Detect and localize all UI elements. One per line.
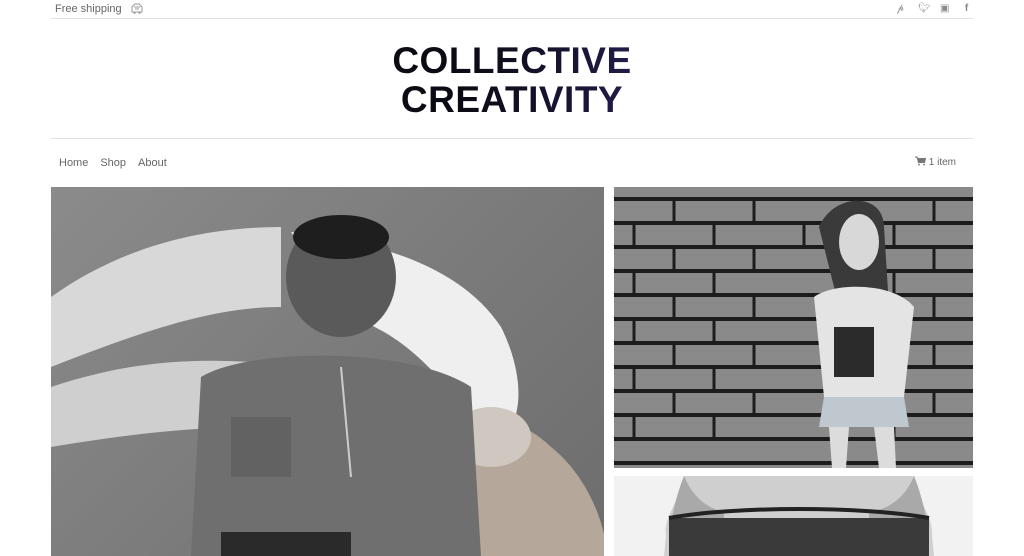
photo-bald-head[interactable]: [614, 476, 973, 556]
header: COLLECTIVE CREATIVITY: [51, 19, 973, 139]
logo-line-2: CREATIVITY: [400, 79, 624, 120]
truck-icon: [130, 1, 144, 18]
cart-link[interactable]: 1 item: [914, 156, 973, 169]
social-links: 𝓅 🐦︎ ▣ f: [896, 4, 973, 14]
free-shipping-notice: Free shipping: [51, 1, 144, 18]
instagram-icon[interactable]: ▣: [940, 4, 949, 14]
photo-girl-brick-wall[interactable]: [614, 187, 973, 468]
facebook-icon[interactable]: f: [962, 4, 971, 14]
pinterest-icon[interactable]: 𝓅: [896, 4, 905, 14]
photo-gallery: [51, 187, 973, 556]
nav-shop[interactable]: Shop: [100, 157, 126, 169]
top-bar: Free shipping 𝓅 🐦︎ ▣ f: [51, 0, 973, 19]
shipping-text: Free shipping: [55, 3, 122, 15]
nav-home[interactable]: Home: [59, 157, 88, 169]
main-nav: Home Shop About 1 item: [51, 139, 973, 186]
cart-icon: [914, 156, 926, 169]
photo-couple[interactable]: [51, 187, 604, 556]
logo-line-1: COLLECTIVE: [392, 40, 632, 81]
site-logo[interactable]: COLLECTIVE CREATIVITY: [51, 41, 973, 119]
cart-count: 1 item: [928, 157, 956, 168]
twitter-icon[interactable]: 🐦︎: [918, 4, 931, 14]
nav-about[interactable]: About: [138, 157, 167, 169]
